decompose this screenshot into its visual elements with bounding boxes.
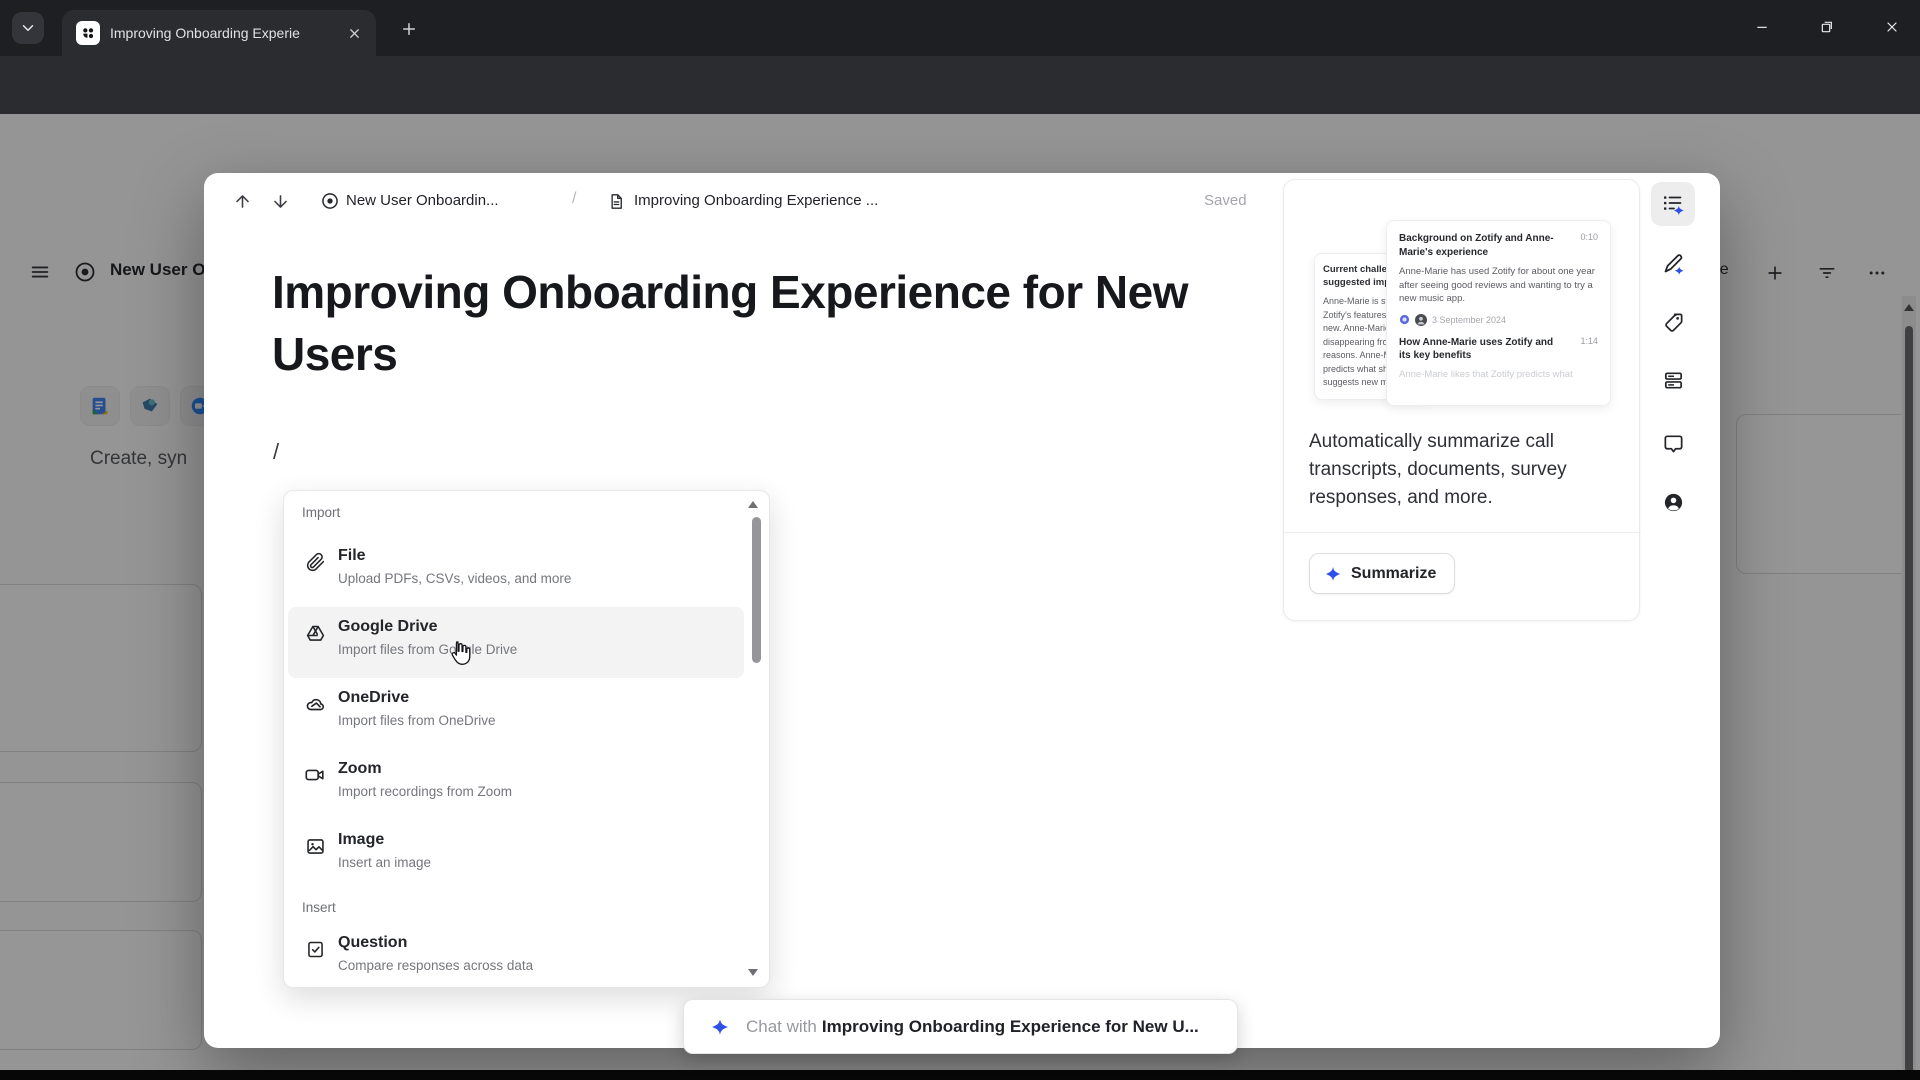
preview-front-body-2: Anne-Marie likes that Zotify predicts wh…: [1399, 368, 1573, 380]
breadcrumb-doc-icon: [602, 187, 630, 215]
rail-summarize-button[interactable]: [1651, 182, 1695, 226]
menu-scroll-up-icon[interactable]: [748, 501, 758, 508]
panel-divider: [1284, 532, 1641, 533]
rail-tag-button[interactable]: [1651, 300, 1695, 344]
menu-item-question[interactable]: Question Compare responses across data: [288, 923, 744, 987]
nav-up-icon[interactable]: [228, 187, 256, 215]
menu-item-zoom[interactable]: Zoom Import recordings from Zoom: [288, 749, 744, 820]
onedrive-cloud-icon: [303, 692, 327, 716]
rail-profile-button[interactable]: [1651, 480, 1695, 524]
preview-front-time-2: 1:14: [1580, 335, 1598, 346]
menu-item-file[interactable]: File Upload PDFs, CSVs, videos, and more: [288, 536, 744, 607]
summarize-description: Automatically summarize call transcripts…: [1309, 431, 1567, 508]
nav-down-icon[interactable]: [266, 187, 294, 215]
preview-front-title-2: How Anne-Marie uses Zotify and its key b…: [1399, 336, 1554, 362]
slash-prompt[interactable]: /: [273, 439, 279, 465]
tab-title: Improving Onboarding Experie: [110, 25, 300, 41]
question-checkbox-icon: [303, 937, 327, 961]
browser-toolbar: moodjoy-team-2h2v.dovetail.com/data/Impr…: [0, 56, 1920, 162]
fields-icon: [1664, 371, 1682, 389]
speaker-dot-icon: [1399, 314, 1410, 325]
menu-section-import: Import: [302, 505, 341, 520]
menu-item-onedrive[interactable]: OneDrive Import files from OneDrive: [288, 678, 744, 749]
breadcrumb-separator: /: [572, 190, 577, 207]
new-tab-button[interactable]: [394, 14, 424, 44]
slash-command-menu: Import File Upload PDFs, CSVs, videos, a…: [283, 490, 770, 988]
chevron-down-icon: [19, 19, 37, 37]
preview-date: 3 September 2024: [1432, 314, 1507, 325]
summary-list-sparkle-icon: [1664, 196, 1684, 216]
rail-fields-button[interactable]: [1651, 358, 1695, 402]
rail-highlight-button[interactable]: [1651, 242, 1695, 286]
chat-doc-name: Improving Onboarding Experience for New …: [821, 1016, 1199, 1036]
image-icon: [303, 834, 327, 858]
dovetail-favicon: [76, 21, 100, 45]
comment-icon: [1663, 434, 1683, 453]
preview-front-time-1: 0:10: [1580, 232, 1598, 242]
menu-item-google-drive[interactable]: Google Drive Import files from Google Dr…: [288, 607, 744, 678]
person-circle-icon: [1664, 493, 1682, 511]
breadcrumb-project[interactable]: New User Onboardin...: [346, 192, 499, 209]
breadcrumb-project-icon: [316, 187, 344, 215]
highlight-pen-sparkle-icon: [1664, 254, 1684, 275]
summarize-button[interactable]: Summarize: [1309, 553, 1456, 594]
menu-scrollbar-thumb[interactable]: [752, 517, 761, 663]
video-camera-icon: [303, 763, 327, 787]
browser-tab-strip: Improving Onboarding Experie: [0, 0, 1920, 56]
browser-tab[interactable]: Improving Onboarding Experie: [62, 10, 376, 56]
mouse-cursor: [445, 638, 475, 670]
window-minimize-button[interactable]: [1740, 6, 1784, 48]
screen: Improving Onboarding Experie New User Cr…: [0, 0, 1920, 1080]
chat-bar[interactable]: Chat with Improving Onboarding Experienc…: [683, 999, 1238, 1054]
tab-search-button[interactable]: [12, 12, 44, 44]
bottom-edge: [0, 1070, 1920, 1080]
document-title[interactable]: Improving Onboarding Experience for New …: [272, 261, 1232, 385]
preview-front-body-1: Anne-Marie has used Zotify for about one…: [1399, 266, 1595, 304]
preview-front-title-1: Background on Zotify and Anne-Marie's ex…: [1399, 233, 1554, 258]
menu-section-insert: Insert: [302, 900, 336, 915]
rail-comment-button[interactable]: [1651, 421, 1695, 465]
tag-icon: [1664, 312, 1683, 332]
summary-preview-front-card: Background on Zotify and Anne-Marie's ex…: [1386, 220, 1611, 406]
breadcrumb-doc[interactable]: Improving Onboarding Experience ...: [634, 192, 878, 209]
document-modal: New User Onboardin... / Improving Onboar…: [204, 173, 1720, 1048]
google-drive-icon: [303, 621, 327, 645]
sparkle-icon: [710, 1017, 730, 1037]
tab-close-icon[interactable]: [347, 26, 362, 41]
menu-item-image[interactable]: Image Insert an image: [288, 820, 744, 891]
window-restore-button[interactable]: [1805, 6, 1849, 48]
sparkle-icon: [1325, 566, 1341, 581]
chat-prefix: Chat with: [746, 1016, 817, 1036]
avatar-icon: [1415, 313, 1427, 326]
saved-status: Saved: [1204, 192, 1247, 209]
window-close-button[interactable]: [1870, 6, 1914, 48]
menu-scroll-down-icon[interactable]: [748, 969, 758, 976]
paperclip-icon: [303, 550, 327, 574]
summarize-panel: Current challenges suggested improve Ann…: [1283, 179, 1641, 621]
